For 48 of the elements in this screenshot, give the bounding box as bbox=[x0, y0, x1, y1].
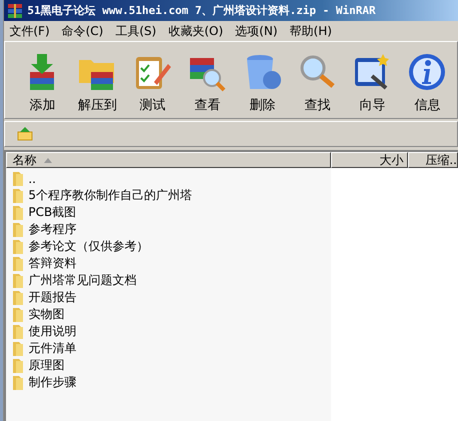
toolbar-button[interactable]: 测试 bbox=[125, 44, 180, 116]
menu-item[interactable]: 选项(N) bbox=[235, 22, 278, 40]
file-row[interactable]: 元件清单 bbox=[6, 340, 76, 357]
toolbar-button[interactable]: 查找 bbox=[290, 44, 344, 116]
toolbar-button[interactable]: 解压到 bbox=[70, 44, 124, 116]
folder-icon bbox=[12, 204, 24, 220]
folder-icon bbox=[12, 374, 24, 390]
folder-up-icon[interactable] bbox=[17, 127, 34, 141]
file-row[interactable]: 广州塔常见问题文档 bbox=[6, 272, 136, 289]
column-header[interactable]: 压缩.. bbox=[408, 152, 458, 168]
menu-item[interactable]: 文件(F) bbox=[9, 22, 50, 40]
sort-arrow-icon bbox=[44, 158, 52, 162]
toolbar-button[interactable]: 向导 bbox=[345, 44, 400, 116]
info-icon bbox=[407, 52, 448, 92]
file-row[interactable]: 实物图 bbox=[6, 306, 64, 323]
toolbar-button[interactable]: 删除 bbox=[235, 44, 290, 116]
file-row[interactable]: .. bbox=[6, 170, 36, 187]
folder-icon bbox=[12, 324, 24, 340]
folder-icon bbox=[12, 170, 24, 186]
file-row[interactable]: 开题报告 bbox=[6, 289, 76, 306]
folder-icon bbox=[12, 358, 24, 374]
window-title: 51黑电子论坛 www.51hei.com 7、广州塔设计资料.zip - WinRAR bbox=[27, 3, 376, 18]
folder-icon bbox=[12, 256, 24, 272]
folder-icon bbox=[12, 272, 24, 288]
file-row[interactable]: 参考论文（仅供参考） bbox=[6, 238, 148, 255]
file-row[interactable]: PCB截图 bbox=[6, 204, 76, 221]
file-row[interactable]: 参考程序 bbox=[6, 221, 76, 238]
toolbar-button[interactable]: 查看 bbox=[180, 44, 234, 116]
toolbar-button[interactable]: 信息 bbox=[400, 44, 454, 116]
file-row[interactable]: 5个程序教你制作自己的广州塔 bbox=[6, 187, 192, 204]
folder-icon bbox=[12, 306, 24, 322]
menu-item[interactable]: 命令(C) bbox=[62, 22, 104, 40]
books-icon bbox=[7, 2, 24, 18]
folder-icon bbox=[12, 340, 24, 356]
column-header[interactable]: 大小 bbox=[331, 152, 408, 168]
folder-icon bbox=[12, 188, 24, 204]
menu-item[interactable]: 收藏夹(O) bbox=[168, 22, 224, 40]
file-row[interactable]: 答辩资料 bbox=[6, 255, 76, 272]
folder-icon bbox=[12, 238, 24, 254]
toolbar-button[interactable]: 添加 bbox=[15, 44, 70, 116]
folder-icon bbox=[12, 290, 24, 306]
file-row[interactable]: 使用说明 bbox=[6, 323, 76, 340]
menu-item[interactable]: 工具(S) bbox=[115, 22, 156, 40]
file-row[interactable]: 制作步骤 bbox=[6, 374, 76, 391]
menu-item[interactable]: 帮助(H) bbox=[290, 22, 332, 40]
file-row[interactable]: 原理图 bbox=[6, 357, 64, 374]
column-header[interactable]: 名称 bbox=[6, 152, 332, 168]
folder-icon bbox=[12, 222, 24, 238]
